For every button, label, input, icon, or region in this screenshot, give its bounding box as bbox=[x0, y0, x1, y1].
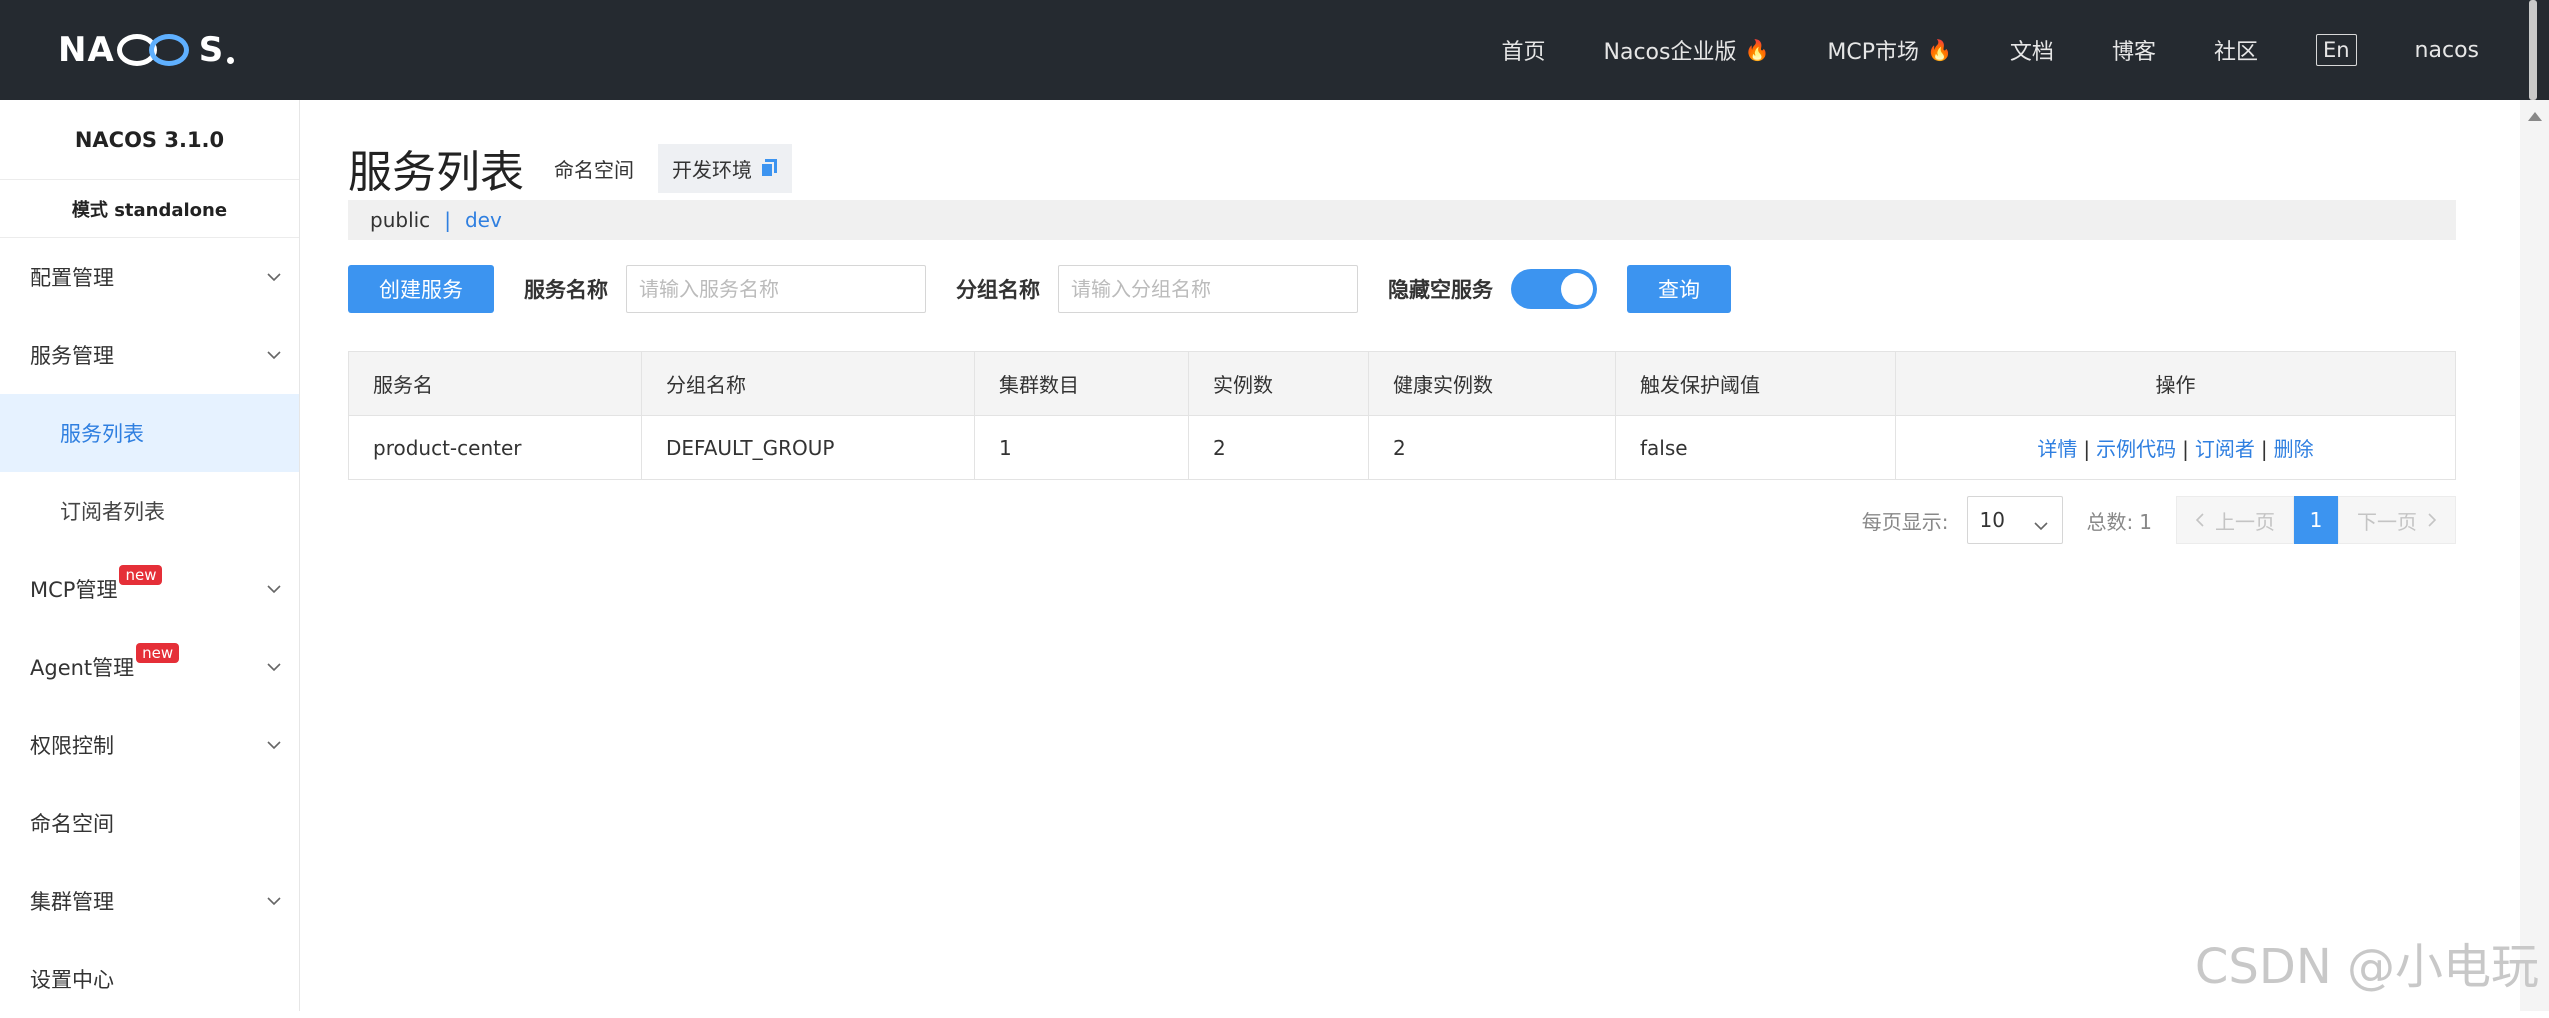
service-name-label: 服务名称 bbox=[524, 274, 608, 304]
chevron-down-icon bbox=[267, 348, 281, 362]
cell-instance-count: 2 bbox=[1189, 416, 1369, 480]
detail-link[interactable]: 详情 bbox=[2037, 437, 2077, 461]
col-protect-threshold: 触发保护阈值 bbox=[1616, 352, 1896, 416]
page-title: 服务列表 bbox=[348, 136, 524, 200]
nav-mcp-market[interactable]: MCP市场🔥 bbox=[1827, 34, 1952, 66]
mode-label: 模式 standalone bbox=[0, 180, 299, 238]
nav-community[interactable]: 社区 bbox=[2214, 34, 2258, 66]
namespace-public-link[interactable]: public bbox=[370, 208, 430, 232]
logo-co-mark bbox=[117, 30, 197, 70]
col-instance-count: 实例数 bbox=[1189, 352, 1369, 416]
col-operations: 操作 bbox=[1896, 352, 2456, 416]
cell-group-name: DEFAULT_GROUP bbox=[642, 416, 975, 480]
new-badge: new bbox=[119, 565, 162, 585]
user-menu[interactable]: nacos bbox=[2415, 38, 2479, 63]
fire-icon: 🔥 bbox=[1927, 38, 1952, 62]
title-row: 服务列表 命名空间 开发环境 bbox=[348, 136, 792, 200]
cell-protect-threshold: false bbox=[1616, 416, 1896, 480]
namespace-bar: public | dev bbox=[348, 200, 2456, 240]
chevron-down-icon bbox=[267, 894, 281, 908]
namespace-chip[interactable]: 开发环境 bbox=[658, 144, 792, 193]
cell-service-name: product-center bbox=[349, 416, 642, 480]
page-size-label: 每页显示: bbox=[1862, 506, 1949, 535]
group-name-input[interactable] bbox=[1058, 265, 1358, 313]
chevron-right-icon bbox=[2427, 508, 2437, 532]
version-label: NACOS 3.1.0 bbox=[0, 100, 299, 180]
total-count: 总数:1 bbox=[2087, 506, 2152, 535]
hide-empty-toggle[interactable] bbox=[1511, 269, 1597, 309]
sidebar-item-namespace[interactable]: 命名空间 bbox=[0, 784, 299, 862]
delete-link[interactable]: 删除 bbox=[2274, 437, 2314, 461]
pagination: 每页显示: 10 总数:1 上一页 1 下一页 bbox=[1862, 496, 2456, 544]
sidebar-item-mcp[interactable]: MCP管理 new bbox=[0, 550, 299, 628]
create-service-button[interactable]: 创建服务 bbox=[348, 265, 494, 313]
scroll-up-icon[interactable] bbox=[2528, 112, 2542, 121]
service-name-input[interactable] bbox=[626, 265, 926, 313]
table-row: product-center DEFAULT_GROUP 1 2 2 false… bbox=[349, 416, 2456, 480]
col-service-name: 服务名 bbox=[349, 352, 642, 416]
sidebar-item-service-mgmt[interactable]: 服务管理 bbox=[0, 316, 299, 394]
next-page-button[interactable]: 下一页 bbox=[2338, 496, 2456, 544]
chevron-down-icon bbox=[267, 660, 281, 674]
copy-icon[interactable] bbox=[760, 158, 778, 178]
chevron-down-icon bbox=[267, 582, 281, 596]
chevron-left-icon bbox=[2195, 508, 2205, 532]
namespace-dev-link[interactable]: dev bbox=[465, 208, 502, 232]
cell-cluster-count: 1 bbox=[975, 416, 1189, 480]
sidebar-item-service-list[interactable]: 服务列表 bbox=[0, 394, 299, 472]
nacos-logo[interactable]: NA S bbox=[58, 30, 234, 70]
sidebar: NACOS 3.1.0 模式 standalone 配置管理 服务管理 服务列表… bbox=[0, 100, 300, 1011]
toggle-knob bbox=[1561, 273, 1593, 305]
chevron-down-icon bbox=[267, 738, 281, 752]
col-cluster-count: 集群数目 bbox=[975, 352, 1189, 416]
sidebar-item-config[interactable]: 配置管理 bbox=[0, 238, 299, 316]
window-scrollbar-thumb[interactable] bbox=[2529, 0, 2537, 100]
sidebar-item-cluster[interactable]: 集群管理 bbox=[0, 862, 299, 940]
sample-code-link[interactable]: 示例代码 bbox=[2096, 437, 2176, 461]
language-toggle-button[interactable]: En bbox=[2316, 34, 2357, 66]
namespace-separator: | bbox=[444, 208, 451, 232]
col-group-name: 分组名称 bbox=[642, 352, 975, 416]
sidebar-item-settings[interactable]: 设置中心 bbox=[0, 940, 299, 1018]
chevron-down-icon bbox=[2034, 514, 2048, 538]
new-badge: new bbox=[136, 643, 179, 663]
filter-row: 创建服务 服务名称 分组名称 隐藏空服务 查询 bbox=[348, 264, 1731, 314]
hide-empty-label: 隐藏空服务 bbox=[1388, 274, 1493, 304]
nav-enterprise[interactable]: Nacos企业版🔥 bbox=[1604, 34, 1770, 66]
watermark: CSDN @小电玩 bbox=[2195, 927, 2539, 997]
page-number-current[interactable]: 1 bbox=[2294, 496, 2338, 544]
cell-healthy-count: 2 bbox=[1369, 416, 1616, 480]
sidebar-item-agent[interactable]: Agent管理 new bbox=[0, 628, 299, 706]
prev-page-button[interactable]: 上一页 bbox=[2176, 496, 2294, 544]
cell-operations: 详情|示例代码|订阅者|删除 bbox=[1896, 416, 2456, 480]
top-header: NA S 首页 Nacos企业版🔥 MCP市场🔥 文档 博客 社区 En nac… bbox=[0, 0, 2549, 100]
service-table: 服务名 分组名称 集群数目 实例数 健康实例数 触发保护阈值 操作 produc… bbox=[348, 351, 2456, 480]
subscribers-link[interactable]: 订阅者 bbox=[2195, 437, 2255, 461]
nav-docs[interactable]: 文档 bbox=[2010, 34, 2054, 66]
sidebar-item-permission[interactable]: 权限控制 bbox=[0, 706, 299, 784]
table-header-row: 服务名 分组名称 集群数目 实例数 健康实例数 触发保护阈值 操作 bbox=[349, 352, 2456, 416]
page-size-select[interactable]: 10 bbox=[1967, 496, 2063, 544]
group-name-label: 分组名称 bbox=[956, 274, 1040, 304]
nav-blog[interactable]: 博客 bbox=[2112, 34, 2156, 66]
page-scrollbar[interactable] bbox=[2520, 100, 2549, 1011]
main-content: 服务列表 命名空间 开发环境 public | dev 创建服务 服务名称 分组… bbox=[300, 100, 2520, 1011]
fire-icon: 🔥 bbox=[1744, 38, 1769, 62]
namespace-label: 命名空间 bbox=[554, 154, 634, 183]
nav-home[interactable]: 首页 bbox=[1502, 34, 1546, 66]
query-button[interactable]: 查询 bbox=[1627, 265, 1731, 313]
sidebar-item-subscriber-list[interactable]: 订阅者列表 bbox=[0, 472, 299, 550]
col-healthy-count: 健康实例数 bbox=[1369, 352, 1616, 416]
top-nav: 首页 Nacos企业版🔥 MCP市场🔥 文档 博客 社区 En nacos bbox=[1444, 0, 2480, 100]
chevron-down-icon bbox=[267, 270, 281, 284]
